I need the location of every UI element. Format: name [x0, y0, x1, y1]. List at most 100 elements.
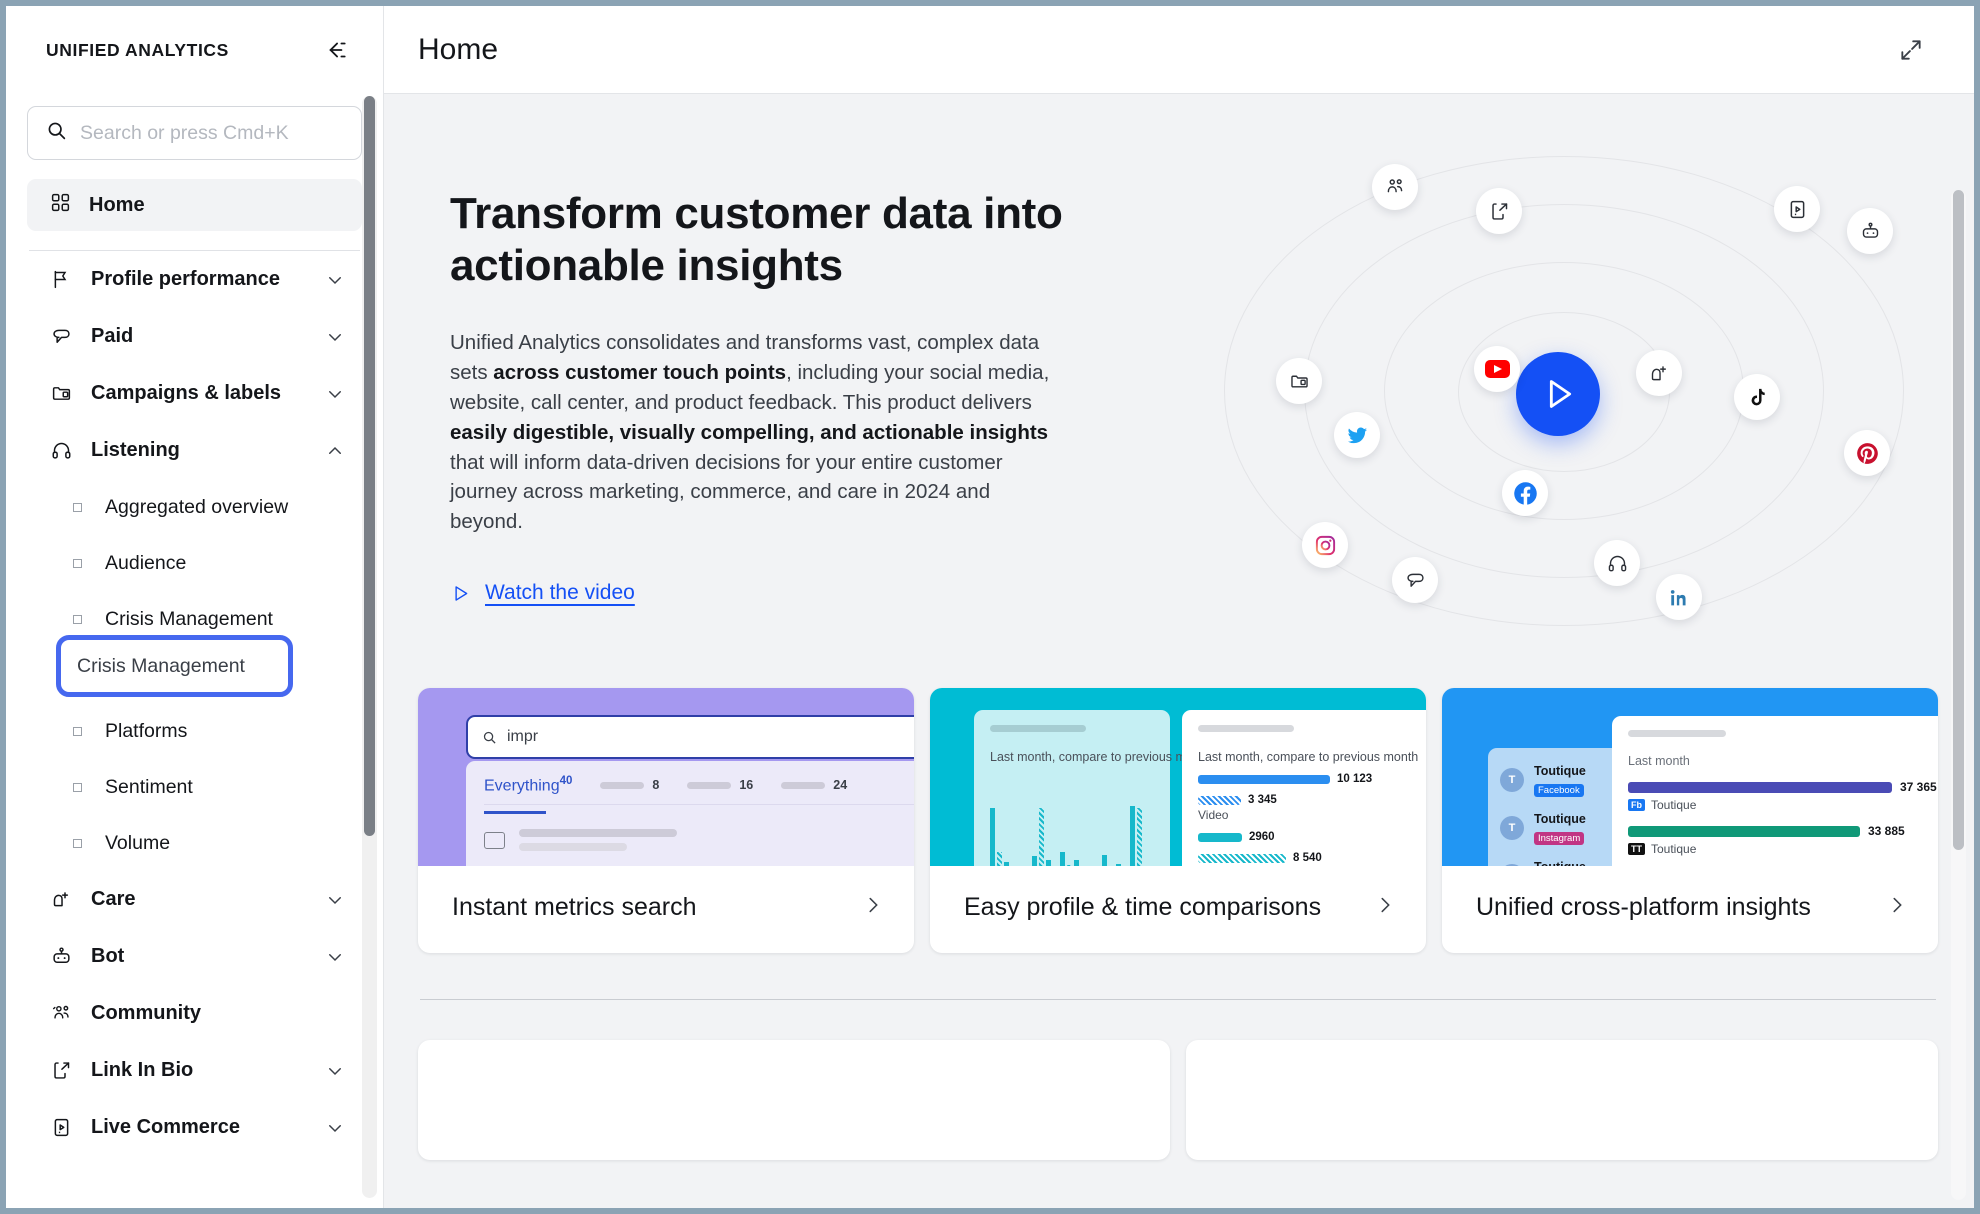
- play-button-icon[interactable]: [1516, 352, 1600, 436]
- bottom-card[interactable]: [418, 1040, 1170, 1160]
- avatar: T: [1500, 768, 1524, 792]
- instagram-icon: [1302, 522, 1348, 568]
- sidebar-subitem-label: Platforms: [105, 719, 188, 742]
- chevron-down-icon: [325, 947, 345, 967]
- video-player-icon: [50, 1116, 73, 1139]
- thumb-search-value: impr: [507, 728, 539, 745]
- crisis-management-highlight[interactable]: Crisis Management: [56, 635, 293, 697]
- profile-name: Toutique: [1534, 860, 1586, 866]
- thumb-bar-row: 37 365: [1628, 780, 1938, 794]
- tiktok-icon: [1734, 374, 1780, 420]
- facebook-icon: [1502, 470, 1548, 516]
- chevron-right-icon[interactable]: [862, 894, 884, 921]
- sidebar-item-label: Live Commerce: [91, 1116, 240, 1138]
- chevron-right-icon[interactable]: [1886, 894, 1908, 921]
- sidebar-scrollbar-thumb[interactable]: [364, 96, 375, 836]
- care-hand-icon: [1636, 350, 1682, 396]
- sidebar-subitem-audience[interactable]: Audience: [27, 535, 362, 591]
- thumb-bar-row: 10 123: [1198, 773, 1426, 785]
- thumb-tabs: Everything40 8 16 24: [484, 775, 914, 806]
- feature-card-instant-metrics-search[interactable]: impr Everything40 8 16 24 Instant metric…: [418, 688, 914, 953]
- thumb-bar-row: 8 540: [1198, 852, 1426, 864]
- folder-tag-icon: [50, 382, 73, 405]
- sidebar-item-campaigns-labels[interactable]: Campaigns & labels: [27, 365, 362, 422]
- thumb-caption: Last month, compare to previous month: [1198, 750, 1419, 764]
- pinterest-icon: [1844, 430, 1890, 476]
- sidebar-subitem-platforms[interactable]: Platforms: [27, 703, 362, 759]
- feature-cards-row: impr Everything40 8 16 24 Instant metric…: [418, 688, 1938, 953]
- platform-chip: TT: [1628, 843, 1645, 855]
- sidebar-subitem-aggregated-overview[interactable]: Aggregated overview: [27, 479, 362, 535]
- community-people-icon: [1372, 164, 1418, 210]
- feature-card-unified-cross-platform-insights[interactable]: T Toutique Facebook T Toutique Instagram T…: [1442, 688, 1938, 953]
- thumb-search-bar: impr: [466, 715, 914, 759]
- sidebar-item-listening[interactable]: Listening: [27, 422, 362, 479]
- bullet-square-icon: [73, 838, 82, 848]
- chevron-down-icon: [325, 270, 345, 290]
- collapse-panel-icon[interactable]: [319, 33, 353, 67]
- sidebar-item-label: Care: [91, 888, 136, 910]
- bullet-square-icon: [73, 558, 82, 568]
- bullet-square-icon: [73, 502, 82, 512]
- sidebar-item-live-commerce[interactable]: Live Commerce: [27, 1099, 362, 1156]
- feature-card-easy-profile-time-comparisons[interactable]: Last month, compare to previous month La…: [930, 688, 1426, 953]
- sidebar-header: UNIFIED ANALYTICS: [6, 6, 383, 94]
- sidebar-search[interactable]: [27, 106, 362, 160]
- main-scrollbar-thumb[interactable]: [1953, 190, 1964, 850]
- hero-illustration: [1214, 152, 1914, 632]
- avatar: T: [1500, 816, 1524, 840]
- watch-video-link[interactable]: Watch the video: [450, 581, 635, 605]
- card-title: Instant metrics search: [452, 893, 697, 921]
- sidebar-item-label: Home: [89, 193, 145, 216]
- megaphone-icon: [50, 325, 73, 348]
- hero-body: Unified Analytics consolidates and trans…: [450, 328, 1050, 537]
- sidebar-item-bot[interactable]: Bot: [27, 928, 362, 985]
- sidebar-item-community[interactable]: Community: [27, 985, 362, 1042]
- sidebar-item-label: Bot: [91, 945, 125, 967]
- hero-text: Transform customer data into actionable …: [418, 94, 1178, 694]
- bottom-card[interactable]: [1186, 1040, 1938, 1160]
- thumb-caption: Last month: [1628, 754, 1690, 768]
- bar-label-row: TT Toutique: [1628, 842, 1938, 856]
- hero-body-part: easily digestible, visually compelling, …: [450, 420, 1049, 444]
- bar-label: Toutique: [1651, 842, 1697, 856]
- bar-label: Toutique: [1651, 798, 1697, 812]
- care-hand-icon: [50, 888, 73, 911]
- sidebar-scrollbar[interactable]: [362, 96, 377, 1198]
- main-scrollbar[interactable]: [1951, 190, 1966, 1200]
- thumb-result-row: [484, 829, 914, 852]
- video-player-icon: [1774, 186, 1820, 232]
- search-icon: [46, 120, 67, 146]
- bar-value: 3 345: [1248, 794, 1277, 806]
- sidebar-subitem-sentiment[interactable]: Sentiment: [27, 759, 362, 815]
- thumb-placeholder-bar: [990, 725, 1086, 732]
- bullet-square-icon: [73, 726, 82, 736]
- sidebar-item-profile-performance[interactable]: Profile performance: [27, 251, 362, 308]
- thumb-sparkline-chart: [990, 788, 1160, 866]
- chevron-right-icon[interactable]: [1374, 894, 1396, 921]
- sidebar-item-link-in-bio[interactable]: Link In Bio: [27, 1042, 362, 1099]
- sidebar-item-paid[interactable]: Paid: [27, 308, 362, 365]
- sidebar-subitem-label: Aggregated overview: [105, 495, 289, 518]
- bullet-square-icon: [73, 614, 82, 624]
- sidebar-subitem-label: Sentiment: [105, 775, 193, 798]
- thumb-bar-row: 33 885: [1628, 824, 1938, 838]
- watch-video-label: Watch the video: [485, 581, 635, 605]
- thumb-caption: Last month, compare to previous month: [990, 750, 1211, 764]
- sidebar-item-care[interactable]: Care: [27, 871, 362, 928]
- hero-title: Transform customer data into actionable …: [450, 189, 1063, 290]
- linkedin-icon: [1656, 574, 1702, 620]
- sidebar-subitem-volume[interactable]: Volume: [27, 815, 362, 871]
- thumb-tab-label: Everything: [484, 777, 560, 795]
- bar-value: 2960: [1249, 831, 1275, 843]
- chevron-down-icon: [325, 1118, 345, 1138]
- card-footer: Instant metrics search: [418, 866, 914, 953]
- sidebar-item-home[interactable]: Home: [27, 179, 362, 231]
- chevron-down-icon: [325, 1061, 345, 1081]
- thumb-tab-count: 40: [559, 775, 573, 787]
- expand-diagonal-icon[interactable]: [1894, 33, 1928, 67]
- search-input[interactable]: [80, 121, 343, 145]
- sidebar-subitem-label: Volume: [105, 831, 171, 854]
- profile-name: Toutique: [1534, 764, 1586, 778]
- headphones-icon: [50, 439, 73, 462]
